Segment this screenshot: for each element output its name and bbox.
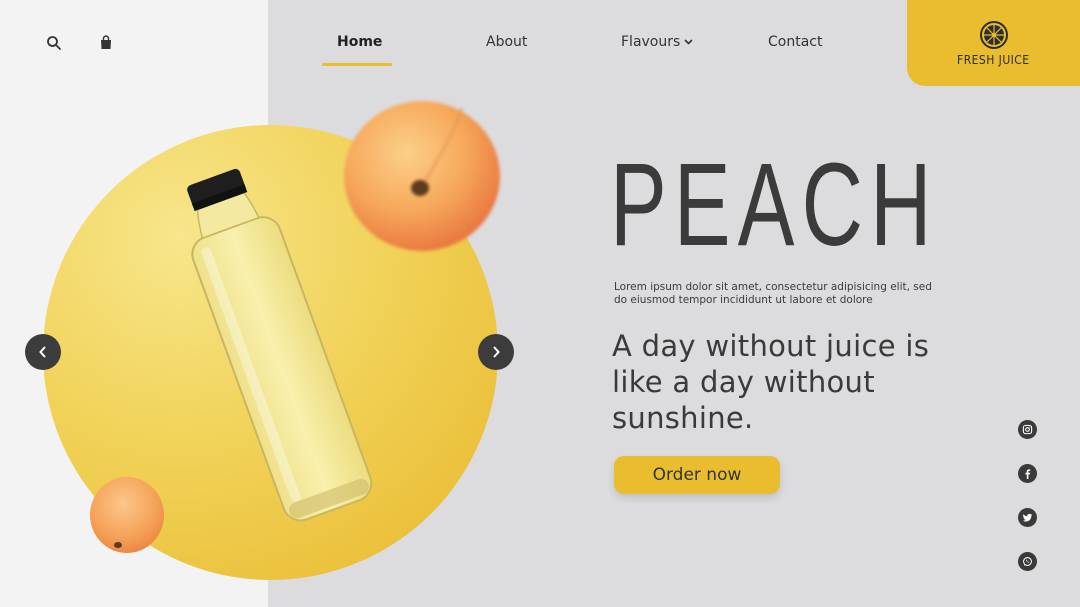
carousel-prev-button[interactable]	[25, 334, 61, 370]
hero-title: PEACH	[610, 139, 939, 271]
chevron-down-icon	[684, 39, 693, 45]
carousel-next-button[interactable]	[478, 334, 514, 370]
search-icon[interactable]	[45, 34, 63, 52]
nav-flavours-label: Flavours	[621, 34, 681, 50]
order-now-button[interactable]: Order now	[614, 456, 780, 494]
chevron-left-icon	[39, 346, 46, 358]
nav-active-underline	[322, 63, 392, 66]
peach-small-image	[90, 477, 164, 553]
citrus-slice-icon	[979, 20, 1008, 49]
peach-large-image	[344, 101, 500, 251]
nav-contact[interactable]: Contact	[768, 34, 822, 50]
chevron-right-icon	[493, 346, 500, 358]
hero-tagline: A day without juice is like a day withou…	[612, 329, 930, 435]
twitter-icon[interactable]	[1018, 508, 1037, 527]
instagram-icon[interactable]	[1018, 420, 1037, 439]
whatsapp-icon[interactable]	[1018, 552, 1037, 571]
nav-flavours[interactable]: Flavours	[621, 34, 693, 50]
brand-name: FRESH JUICE	[957, 52, 1030, 67]
brand-logo[interactable]: FRESH JUICE	[907, 0, 1080, 86]
nav-home[interactable]: Home	[337, 34, 382, 50]
nav-about[interactable]: About	[486, 34, 527, 50]
shopping-bag-icon[interactable]	[97, 34, 115, 52]
facebook-icon[interactable]	[1018, 464, 1037, 483]
hero-description: Lorem ipsum dolor sit amet, consectetur …	[614, 281, 932, 306]
